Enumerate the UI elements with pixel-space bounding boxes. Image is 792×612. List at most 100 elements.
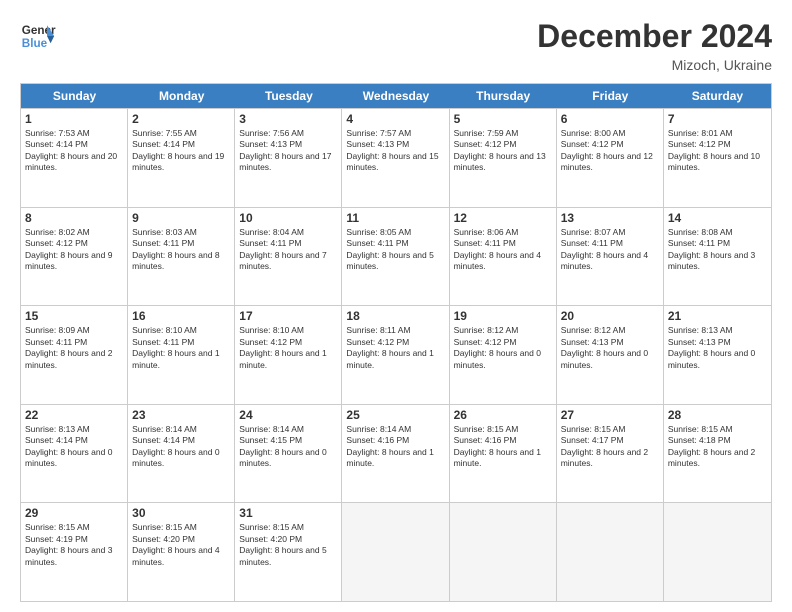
day-cell-21: 21 Sunrise: 8:13 AMSunset: 4:13 PMDayligh…: [664, 306, 771, 404]
day-number: 6: [561, 112, 659, 126]
header-day-wednesday: Wednesday: [342, 84, 449, 108]
day-info: Sunrise: 8:13 AMSunset: 4:13 PMDaylight:…: [668, 325, 767, 371]
day-info: Sunrise: 8:01 AMSunset: 4:12 PMDaylight:…: [668, 128, 767, 174]
calendar-row-5: 29 Sunrise: 8:15 AMSunset: 4:19 PMDayligh…: [21, 502, 771, 601]
day-info: Sunrise: 8:08 AMSunset: 4:11 PMDaylight:…: [668, 227, 767, 273]
empty-cell: [342, 503, 449, 601]
day-cell-15: 15 Sunrise: 8:09 AMSunset: 4:11 PMDayligh…: [21, 306, 128, 404]
calendar: SundayMondayTuesdayWednesdayThursdayFrid…: [20, 83, 772, 602]
day-number: 7: [668, 112, 767, 126]
day-cell-3: 3 Sunrise: 7:56 AMSunset: 4:13 PMDaylight…: [235, 109, 342, 207]
day-number: 28: [668, 408, 767, 422]
day-cell-23: 23Sunrise: 8:14 AMSunset: 4:14 PMDayligh…: [128, 405, 235, 503]
day-cell-24: 24 Sunrise: 8:14 AMSunset: 4:15 PMDayligh…: [235, 405, 342, 503]
day-info: Sunrise: 8:12 AMSunset: 4:12 PMDaylight:…: [454, 325, 552, 371]
day-number: 21: [668, 309, 767, 323]
day-number: 3: [239, 112, 337, 126]
day-number: 5: [454, 112, 552, 126]
day-number: 23: [132, 408, 230, 422]
day-number: 11: [346, 211, 444, 225]
day-info: Sunrise: 7:53 AMSunset: 4:14 PMDaylight:…: [25, 128, 123, 174]
day-cell-25: 25Sunrise: 8:14 AMSunset: 4:16 PMDayligh…: [342, 405, 449, 503]
day-cell-1: 1Sunrise: 7:53 AMSunset: 4:14 PMDaylight…: [21, 109, 128, 207]
day-number: 16: [132, 309, 230, 323]
calendar-row-2: 8Sunrise: 8:02 AMSunset: 4:12 PMDaylight…: [21, 207, 771, 306]
day-cell-29: 29 Sunrise: 8:15 AMSunset: 4:19 PMDayligh…: [21, 503, 128, 601]
title-block: December 2024 Mizoch, Ukraine: [537, 18, 772, 73]
day-info: Sunrise: 8:07 AMSunset: 4:11 PMDaylight:…: [561, 227, 659, 273]
calendar-row-3: 15 Sunrise: 8:09 AMSunset: 4:11 PMDayligh…: [21, 305, 771, 404]
day-cell-28: 28 Sunrise: 8:15 AMSunset: 4:18 PMDayligh…: [664, 405, 771, 503]
day-info: Sunrise: 8:05 AMSunset: 4:11 PMDaylight:…: [346, 227, 444, 273]
day-cell-14: 14 Sunrise: 8:08 AMSunset: 4:11 PMDayligh…: [664, 208, 771, 306]
day-cell-9: 9 Sunrise: 8:03 AMSunset: 4:11 PMDaylight…: [128, 208, 235, 306]
day-number: 20: [561, 309, 659, 323]
day-number: 15: [25, 309, 123, 323]
day-info: Sunrise: 8:09 AMSunset: 4:11 PMDaylight:…: [25, 325, 123, 371]
day-number: 19: [454, 309, 552, 323]
day-info: Sunrise: 8:06 AMSunset: 4:11 PMDaylight:…: [454, 227, 552, 273]
calendar-row-1: 1Sunrise: 7:53 AMSunset: 4:14 PMDaylight…: [21, 108, 771, 207]
calendar-body: 1Sunrise: 7:53 AMSunset: 4:14 PMDaylight…: [21, 108, 771, 601]
day-cell-17: 17 Sunrise: 8:10 AMSunset: 4:12 PMDayligh…: [235, 306, 342, 404]
day-info: Sunrise: 8:15 AMSunset: 4:20 PMDaylight:…: [239, 522, 337, 568]
day-info: Sunrise: 8:10 AMSunset: 4:12 PMDaylight:…: [239, 325, 337, 371]
header-day-tuesday: Tuesday: [235, 84, 342, 108]
day-info: Sunrise: 8:00 AMSunset: 4:12 PMDaylight:…: [561, 128, 659, 174]
day-info: Sunrise: 8:02 AMSunset: 4:12 PMDaylight:…: [25, 227, 123, 273]
day-info: Sunrise: 8:11 AMSunset: 4:12 PMDaylight:…: [346, 325, 444, 371]
day-cell-27: 27Sunrise: 8:15 AMSunset: 4:17 PMDayligh…: [557, 405, 664, 503]
empty-cell: [664, 503, 771, 601]
header-day-sunday: Sunday: [21, 84, 128, 108]
day-info: Sunrise: 8:14 AMSunset: 4:15 PMDaylight:…: [239, 424, 337, 470]
day-cell-13: 13Sunrise: 8:07 AMSunset: 4:11 PMDayligh…: [557, 208, 664, 306]
day-info: Sunrise: 7:57 AMSunset: 4:13 PMDaylight:…: [346, 128, 444, 174]
day-number: 29: [25, 506, 123, 520]
day-cell-19: 19 Sunrise: 8:12 AMSunset: 4:12 PMDayligh…: [450, 306, 557, 404]
logo-icon: General Blue: [20, 18, 56, 54]
day-cell-8: 8Sunrise: 8:02 AMSunset: 4:12 PMDaylight…: [21, 208, 128, 306]
day-number: 24: [239, 408, 337, 422]
day-number: 18: [346, 309, 444, 323]
header-day-thursday: Thursday: [450, 84, 557, 108]
day-cell-26: 26Sunrise: 8:15 AMSunset: 4:16 PMDayligh…: [450, 405, 557, 503]
month-title: December 2024: [537, 18, 772, 55]
day-number: 30: [132, 506, 230, 520]
day-info: Sunrise: 8:04 AMSunset: 4:11 PMDaylight:…: [239, 227, 337, 273]
day-cell-6: 6 Sunrise: 8:00 AMSunset: 4:12 PMDaylight…: [557, 109, 664, 207]
day-number: 31: [239, 506, 337, 520]
day-cell-31: 31 Sunrise: 8:15 AMSunset: 4:20 PMDayligh…: [235, 503, 342, 601]
header-day-saturday: Saturday: [664, 84, 771, 108]
day-number: 17: [239, 309, 337, 323]
day-cell-7: 7 Sunrise: 8:01 AMSunset: 4:12 PMDaylight…: [664, 109, 771, 207]
day-number: 14: [668, 211, 767, 225]
day-info: Sunrise: 8:15 AMSunset: 4:18 PMDaylight:…: [668, 424, 767, 470]
subtitle: Mizoch, Ukraine: [537, 57, 772, 73]
day-info: Sunrise: 7:59 AMSunset: 4:12 PMDaylight:…: [454, 128, 552, 174]
day-info: Sunrise: 7:56 AMSunset: 4:13 PMDaylight:…: [239, 128, 337, 174]
header-day-monday: Monday: [128, 84, 235, 108]
day-cell-2: 2Sunrise: 7:55 AMSunset: 4:14 PMDaylight…: [128, 109, 235, 207]
day-cell-30: 30 Sunrise: 8:15 AMSunset: 4:20 PMDayligh…: [128, 503, 235, 601]
day-info: Sunrise: 8:03 AMSunset: 4:11 PMDaylight:…: [132, 227, 230, 273]
day-number: 9: [132, 211, 230, 225]
day-info: Sunrise: 7:55 AMSunset: 4:14 PMDaylight:…: [132, 128, 230, 174]
svg-text:Blue: Blue: [22, 37, 48, 50]
calendar-header: SundayMondayTuesdayWednesdayThursdayFrid…: [21, 84, 771, 108]
day-cell-5: 5 Sunrise: 7:59 AMSunset: 4:12 PMDaylight…: [450, 109, 557, 207]
day-cell-10: 10Sunrise: 8:04 AMSunset: 4:11 PMDayligh…: [235, 208, 342, 306]
day-info: Sunrise: 8:12 AMSunset: 4:13 PMDaylight:…: [561, 325, 659, 371]
header-day-friday: Friday: [557, 84, 664, 108]
day-info: Sunrise: 8:15 AMSunset: 4:19 PMDaylight:…: [25, 522, 123, 568]
day-info: Sunrise: 8:15 AMSunset: 4:20 PMDaylight:…: [132, 522, 230, 568]
day-cell-22: 22 Sunrise: 8:13 AMSunset: 4:14 PMDayligh…: [21, 405, 128, 503]
empty-cell: [450, 503, 557, 601]
day-cell-16: 16Sunrise: 8:10 AMSunset: 4:11 PMDayligh…: [128, 306, 235, 404]
day-number: 27: [561, 408, 659, 422]
page: General Blue December 2024 Mizoch, Ukrai…: [0, 0, 792, 612]
day-info: Sunrise: 8:15 AMSunset: 4:16 PMDaylight:…: [454, 424, 552, 470]
day-cell-18: 18 Sunrise: 8:11 AMSunset: 4:12 PMDayligh…: [342, 306, 449, 404]
day-info: Sunrise: 8:13 AMSunset: 4:14 PMDaylight:…: [25, 424, 123, 470]
day-number: 25: [346, 408, 444, 422]
day-number: 22: [25, 408, 123, 422]
